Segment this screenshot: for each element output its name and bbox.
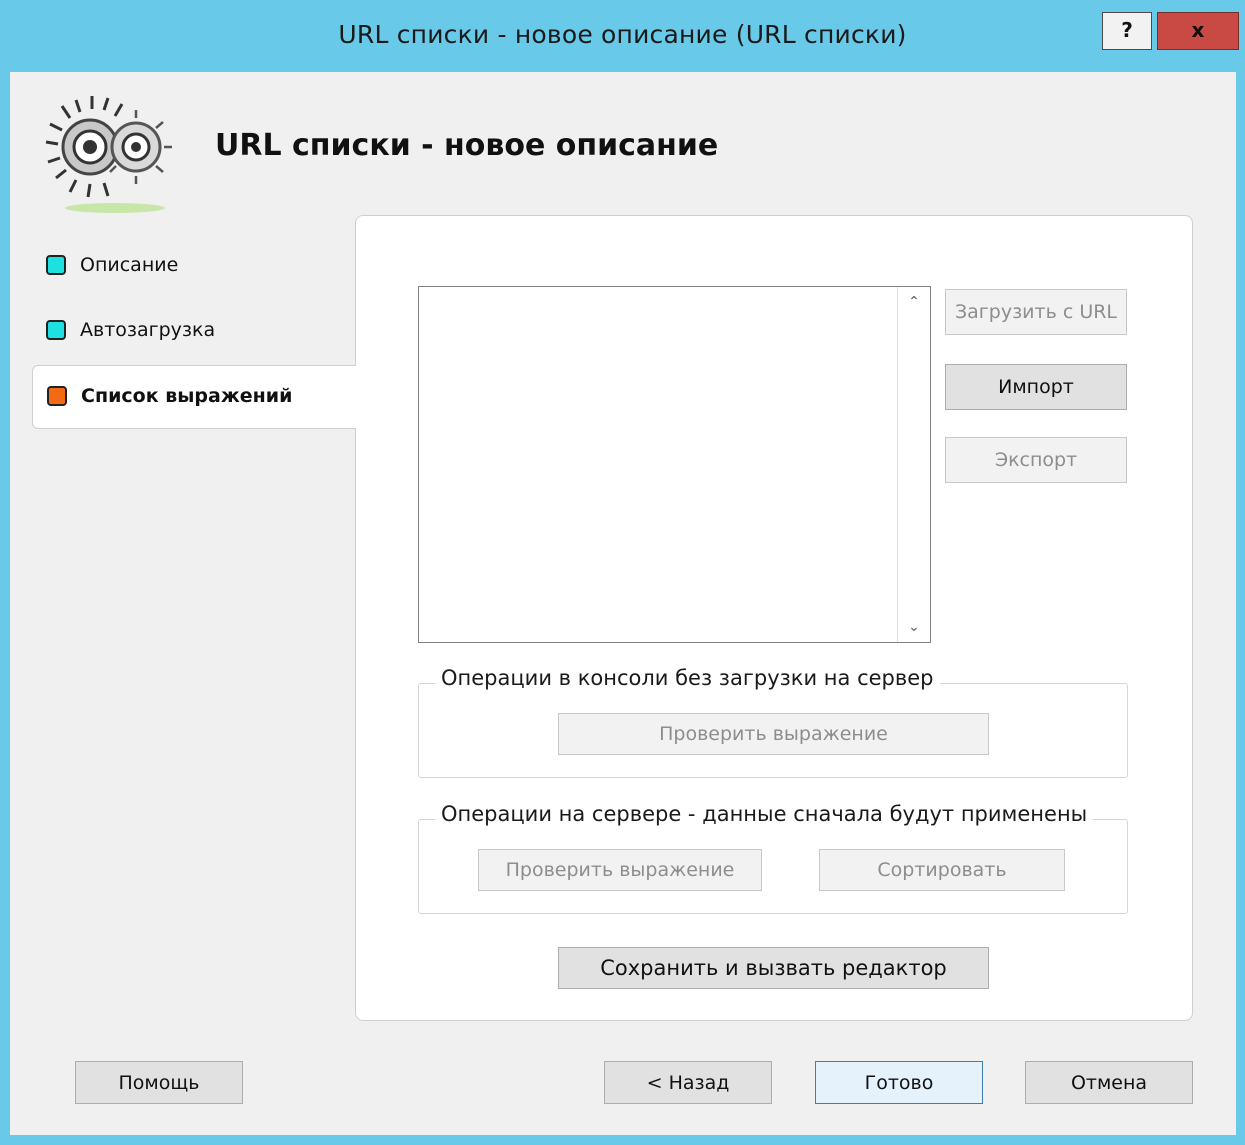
- vertical-scrollbar[interactable]: ⌃ ⌄: [897, 287, 930, 642]
- import-button[interactable]: Импорт: [945, 364, 1127, 410]
- server-group-label: Операции на сервере - данные сначала буд…: [435, 802, 1094, 826]
- console-group-label: Операции в консоли без загрузки на серве…: [435, 666, 940, 690]
- title-bar[interactable]: URL списки - новое описание (URL списки)…: [0, 0, 1245, 72]
- cancel-button[interactable]: Отмена: [1025, 1061, 1193, 1104]
- server-operations-group: Операции на сервере - данные сначала буд…: [418, 802, 1128, 914]
- help-button[interactable]: Помощь: [75, 1061, 243, 1104]
- load-from-url-button[interactable]: Загрузить с URL: [945, 289, 1127, 335]
- sidebar-item-label: Автозагрузка: [80, 319, 216, 341]
- sidebar-item-autoload[interactable]: Автозагрузка: [32, 300, 356, 364]
- server-check-expression-button[interactable]: Проверить выражение: [478, 849, 762, 891]
- save-and-open-editor-button[interactable]: Сохранить и вызвать редактор: [558, 947, 989, 989]
- expression-list-panel: ⌃ ⌄ Загрузить с URL Импорт Экспорт Опера…: [355, 215, 1193, 1021]
- gears-icon: [45, 96, 172, 213]
- chevron-up-icon[interactable]: ⌃: [898, 287, 930, 317]
- dialog-window: URL списки - новое описание (URL списки)…: [0, 0, 1245, 1145]
- chevron-down-icon[interactable]: ⌄: [898, 612, 930, 642]
- back-button[interactable]: < Назад: [604, 1061, 772, 1104]
- dialog-client-area: URL списки - новое описание Описание Авт…: [10, 72, 1236, 1135]
- sidebar-item-description[interactable]: Описание: [32, 235, 356, 299]
- close-button[interactable]: x: [1157, 12, 1239, 50]
- window-title: URL списки - новое описание (URL списки): [338, 20, 907, 49]
- sidebar-item-label: Описание: [80, 254, 179, 276]
- status-square-icon: [47, 386, 67, 406]
- finish-button[interactable]: Готово: [815, 1061, 983, 1104]
- status-square-icon: [46, 255, 66, 275]
- expression-listbox[interactable]: ⌃ ⌄: [418, 286, 931, 643]
- sidebar-item-label: Список выражений: [81, 385, 293, 407]
- export-button[interactable]: Экспорт: [945, 437, 1127, 483]
- status-square-icon: [46, 320, 66, 340]
- sort-button[interactable]: Сортировать: [819, 849, 1065, 891]
- sidebar-item-expression-list[interactable]: Список выражений: [32, 365, 356, 429]
- console-check-expression-button[interactable]: Проверить выражение: [558, 713, 989, 755]
- help-title-button[interactable]: ?: [1102, 12, 1152, 50]
- page-title: URL списки - новое описание: [215, 128, 719, 163]
- console-operations-group: Операции в консоли без загрузки на серве…: [418, 666, 1128, 778]
